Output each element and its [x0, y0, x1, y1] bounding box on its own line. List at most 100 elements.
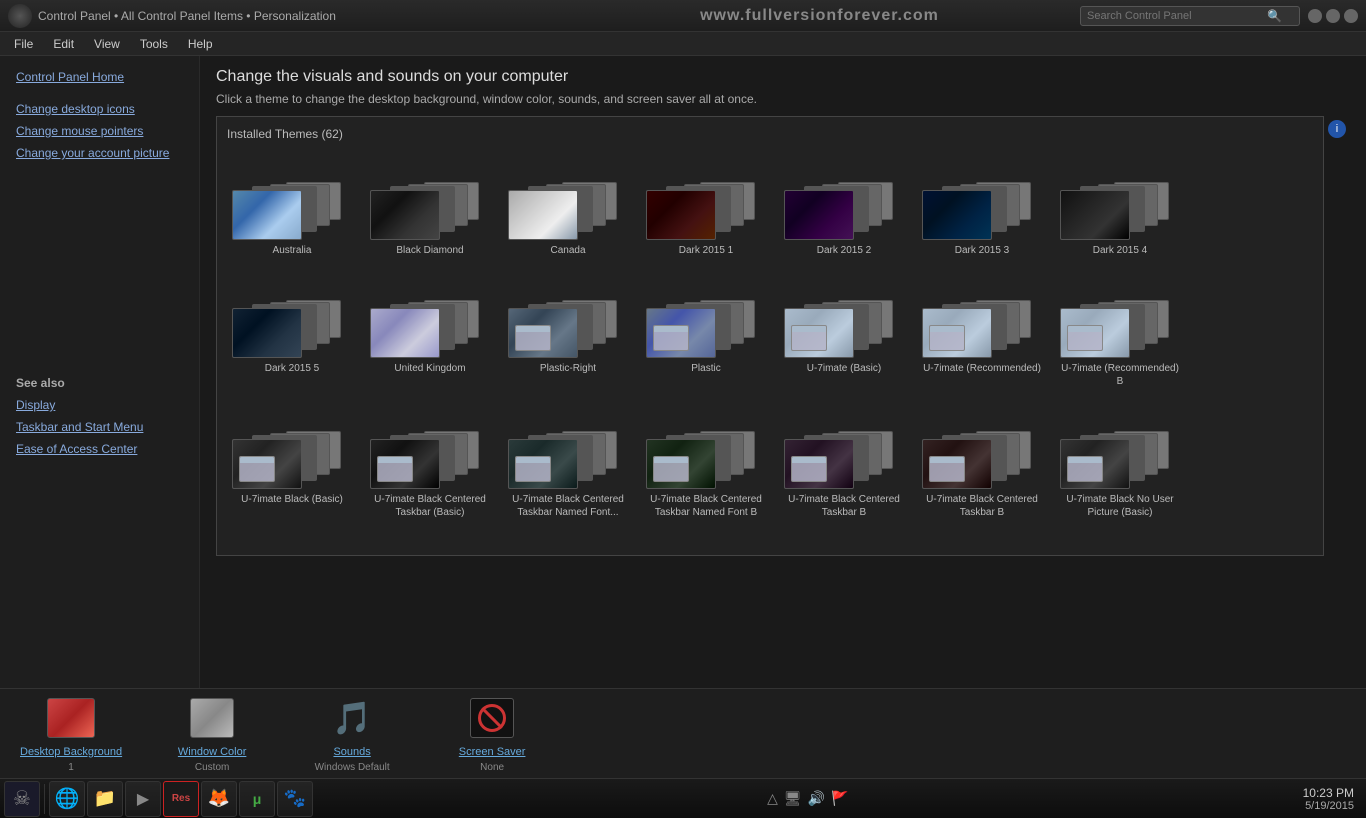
theme-label-u7basic: U-7imate (Basic) — [807, 362, 881, 375]
app-logo — [8, 4, 32, 28]
tray-show-hidden[interactable]: △ — [767, 790, 778, 807]
menu-file[interactable]: File — [4, 35, 43, 53]
theme-label-australia: Australia — [273, 244, 312, 257]
theme-label-u7bkct: U-7imate Black Centered Taskbar (Basic) — [370, 493, 490, 519]
taskbar-misc[interactable]: 🐾 — [277, 781, 313, 817]
theme-item-canada[interactable]: Canada — [503, 151, 633, 261]
theme-item-u7bkct3[interactable]: U-7imate Black Centered Taskbar Named Fo… — [641, 400, 771, 523]
theme-label-u7bkct4: U-7imate Black Centered Taskbar B — [784, 493, 904, 519]
window-color-label[interactable]: Window Color — [178, 746, 246, 758]
theme-item-u7bkct5[interactable]: U-7imate Black Centered Taskbar B — [917, 400, 1047, 523]
sidebar-item-account-picture[interactable]: Change your account picture — [0, 142, 199, 164]
theme-item-u7recb[interactable]: U-7imate (Recommended) B — [1055, 269, 1185, 392]
menu-edit[interactable]: Edit — [43, 35, 84, 53]
desktop-bg-icon — [47, 694, 95, 742]
content-area: Change the visuals and sounds on your co… — [200, 56, 1366, 688]
theme-label-dark4: Dark 2015 4 — [1093, 244, 1147, 257]
screen-saver-label[interactable]: Screen Saver — [459, 746, 526, 758]
theme-label-u7bkct5: U-7imate Black Centered Taskbar B — [922, 493, 1042, 519]
theme-item-u7bknoupic3[interactable]: U-7imate Black No User Picture Centered — [365, 531, 495, 556]
theme-item-dark5[interactable]: Dark 2015 5 — [227, 269, 357, 392]
theme-item-plasticr[interactable]: Plastic-Right — [503, 269, 633, 392]
themes-grid: Australia Black Diamond Canada Dark 2015 1 D… — [227, 151, 1313, 556]
close-button[interactable] — [1344, 9, 1358, 23]
sidebar-item-cp-home[interactable]: Control Panel Home — [0, 66, 199, 88]
menu-bar: File Edit View Tools Help — [0, 32, 1366, 56]
themes-panel: Installed Themes (62) Australia Black Dia… — [216, 116, 1324, 556]
sounds-icon: 🎵 — [328, 694, 376, 742]
taskbar-firefox[interactable]: 🦊 — [201, 781, 237, 817]
theme-label-blackdiamond: Black Diamond — [396, 244, 463, 257]
theme-item-australia[interactable]: Australia — [227, 151, 357, 261]
maximize-button[interactable] — [1326, 9, 1340, 23]
theme-label-u7bkct2: U-7imate Black Centered Taskbar Named Fo… — [508, 493, 628, 519]
theme-item-dark2[interactable]: Dark 2015 2 — [779, 151, 909, 261]
taskbar-ie[interactable]: 🌐 — [49, 781, 85, 817]
sidebar-item-mouse-pointers[interactable]: Change mouse pointers — [0, 120, 199, 142]
toolbar-screen-saver[interactable]: Screen Saver None — [442, 694, 542, 773]
toolbar-window-color[interactable]: Window Color Custom — [162, 694, 262, 773]
search-input[interactable] — [1087, 10, 1267, 22]
theme-item-u7rec[interactable]: U-7imate (Recommended) — [917, 269, 1047, 392]
toolbar-sounds[interactable]: 🎵 Sounds Windows Default — [302, 694, 402, 773]
tray-network[interactable]: 🖥 — [784, 790, 802, 807]
page-subtitle: Click a theme to change the desktop back… — [216, 92, 1350, 106]
sidebar-item-taskbar[interactable]: Taskbar and Start Menu — [0, 416, 199, 438]
theme-item-uk[interactable]: United Kingdom — [365, 269, 495, 392]
window-controls[interactable] — [1308, 9, 1358, 23]
bottom-toolbar: Desktop Background 1 Window Color Custom… — [0, 688, 1366, 778]
toolbar-desktop-bg[interactable]: Desktop Background 1 — [20, 694, 122, 773]
themes-panel-title: Installed Themes (62) — [227, 127, 1313, 141]
minimize-button[interactable] — [1308, 9, 1322, 23]
search-box[interactable]: 🔍 — [1080, 6, 1300, 26]
sidebar-item-display[interactable]: Display — [0, 394, 199, 416]
tray-volume[interactable]: 🔊 — [808, 790, 825, 807]
taskbar-tray: △ 🖥 🔊 🚩 — [763, 790, 852, 807]
main-layout: Control Panel Home Change desktop icons … — [0, 56, 1366, 688]
theme-label-dark3: Dark 2015 3 — [955, 244, 1009, 257]
taskbar-clock[interactable]: 10:23 PM 5/19/2015 — [1303, 786, 1362, 812]
taskbar-explorer[interactable]: 📁 — [87, 781, 123, 817]
taskbar-media[interactable]: ▶ — [125, 781, 161, 817]
theme-label-plasticr: Plastic-Right — [540, 362, 596, 375]
theme-item-u7bkct2[interactable]: U-7imate Black Centered Taskbar Named Fo… — [503, 400, 633, 523]
info-icon[interactable]: i — [1328, 120, 1346, 138]
theme-label-u7bkbasic: U-7imate Black (Basic) — [241, 493, 343, 506]
theme-item-u7bkbasic[interactable]: U-7imate Black (Basic) — [227, 400, 357, 523]
menu-view[interactable]: View — [84, 35, 130, 53]
theme-label-dark2: Dark 2015 2 — [817, 244, 871, 257]
taskbar-time: 10:23 PM — [1303, 786, 1354, 800]
theme-item-u7bknoupic[interactable]: U-7imate Black No User Picture (Basic) — [1055, 400, 1185, 523]
taskbar: ☠ 🌐 📁 ▶ Res 🦊 μ 🐾 △ 🖥 🔊 🚩 10:23 PM 5/19/… — [0, 778, 1366, 818]
sidebar: Control Panel Home Change desktop icons … — [0, 56, 200, 688]
sounds-label[interactable]: Sounds — [333, 746, 370, 758]
watermark: www.fullversionforever.com — [559, 7, 1080, 25]
screen-saver-icon — [468, 694, 516, 742]
theme-label-dark5: Dark 2015 5 — [265, 362, 319, 375]
theme-item-u7bkct[interactable]: U-7imate Black Centered Taskbar (Basic) — [365, 400, 495, 523]
theme-label-u7bkct3: U-7imate Black Centered Taskbar Named Fo… — [646, 493, 766, 519]
start-button[interactable]: ☠ — [4, 781, 40, 817]
theme-item-u7bknoupic2[interactable]: U-7imate Black No User Picture Centered — [227, 531, 357, 556]
menu-help[interactable]: Help — [178, 35, 223, 53]
theme-item-u7basic[interactable]: U-7imate (Basic) — [779, 269, 909, 392]
page-title: Change the visuals and sounds on your co… — [216, 68, 1350, 86]
theme-item-blackdiamond[interactable]: Black Diamond — [365, 151, 495, 261]
theme-label-u7bknoupic: U-7imate Black No User Picture (Basic) — [1060, 493, 1180, 519]
sidebar-item-ease[interactable]: Ease of Access Center — [0, 438, 199, 460]
theme-label-plastic: Plastic — [691, 362, 720, 375]
taskbar-separator — [44, 784, 45, 814]
theme-item-dark1[interactable]: Dark 2015 1 — [641, 151, 771, 261]
theme-item-dark4[interactable]: Dark 2015 4 — [1055, 151, 1185, 261]
theme-item-plastic[interactable]: Plastic — [641, 269, 771, 392]
theme-item-dark3[interactable]: Dark 2015 3 — [917, 151, 1047, 261]
taskbar-utorrent[interactable]: μ — [239, 781, 275, 817]
sidebar-item-desktop-icons[interactable]: Change desktop icons — [0, 98, 199, 120]
tray-action-center[interactable]: 🚩 — [831, 790, 848, 807]
theme-label-u7recb: U-7imate (Recommended) B — [1060, 362, 1180, 388]
desktop-bg-label[interactable]: Desktop Background — [20, 746, 122, 758]
theme-item-u7bkct4[interactable]: U-7imate Black Centered Taskbar B — [779, 400, 909, 523]
taskbar-res[interactable]: Res — [163, 781, 199, 817]
menu-tools[interactable]: Tools — [130, 35, 178, 53]
theme-label-dark1: Dark 2015 1 — [679, 244, 733, 257]
